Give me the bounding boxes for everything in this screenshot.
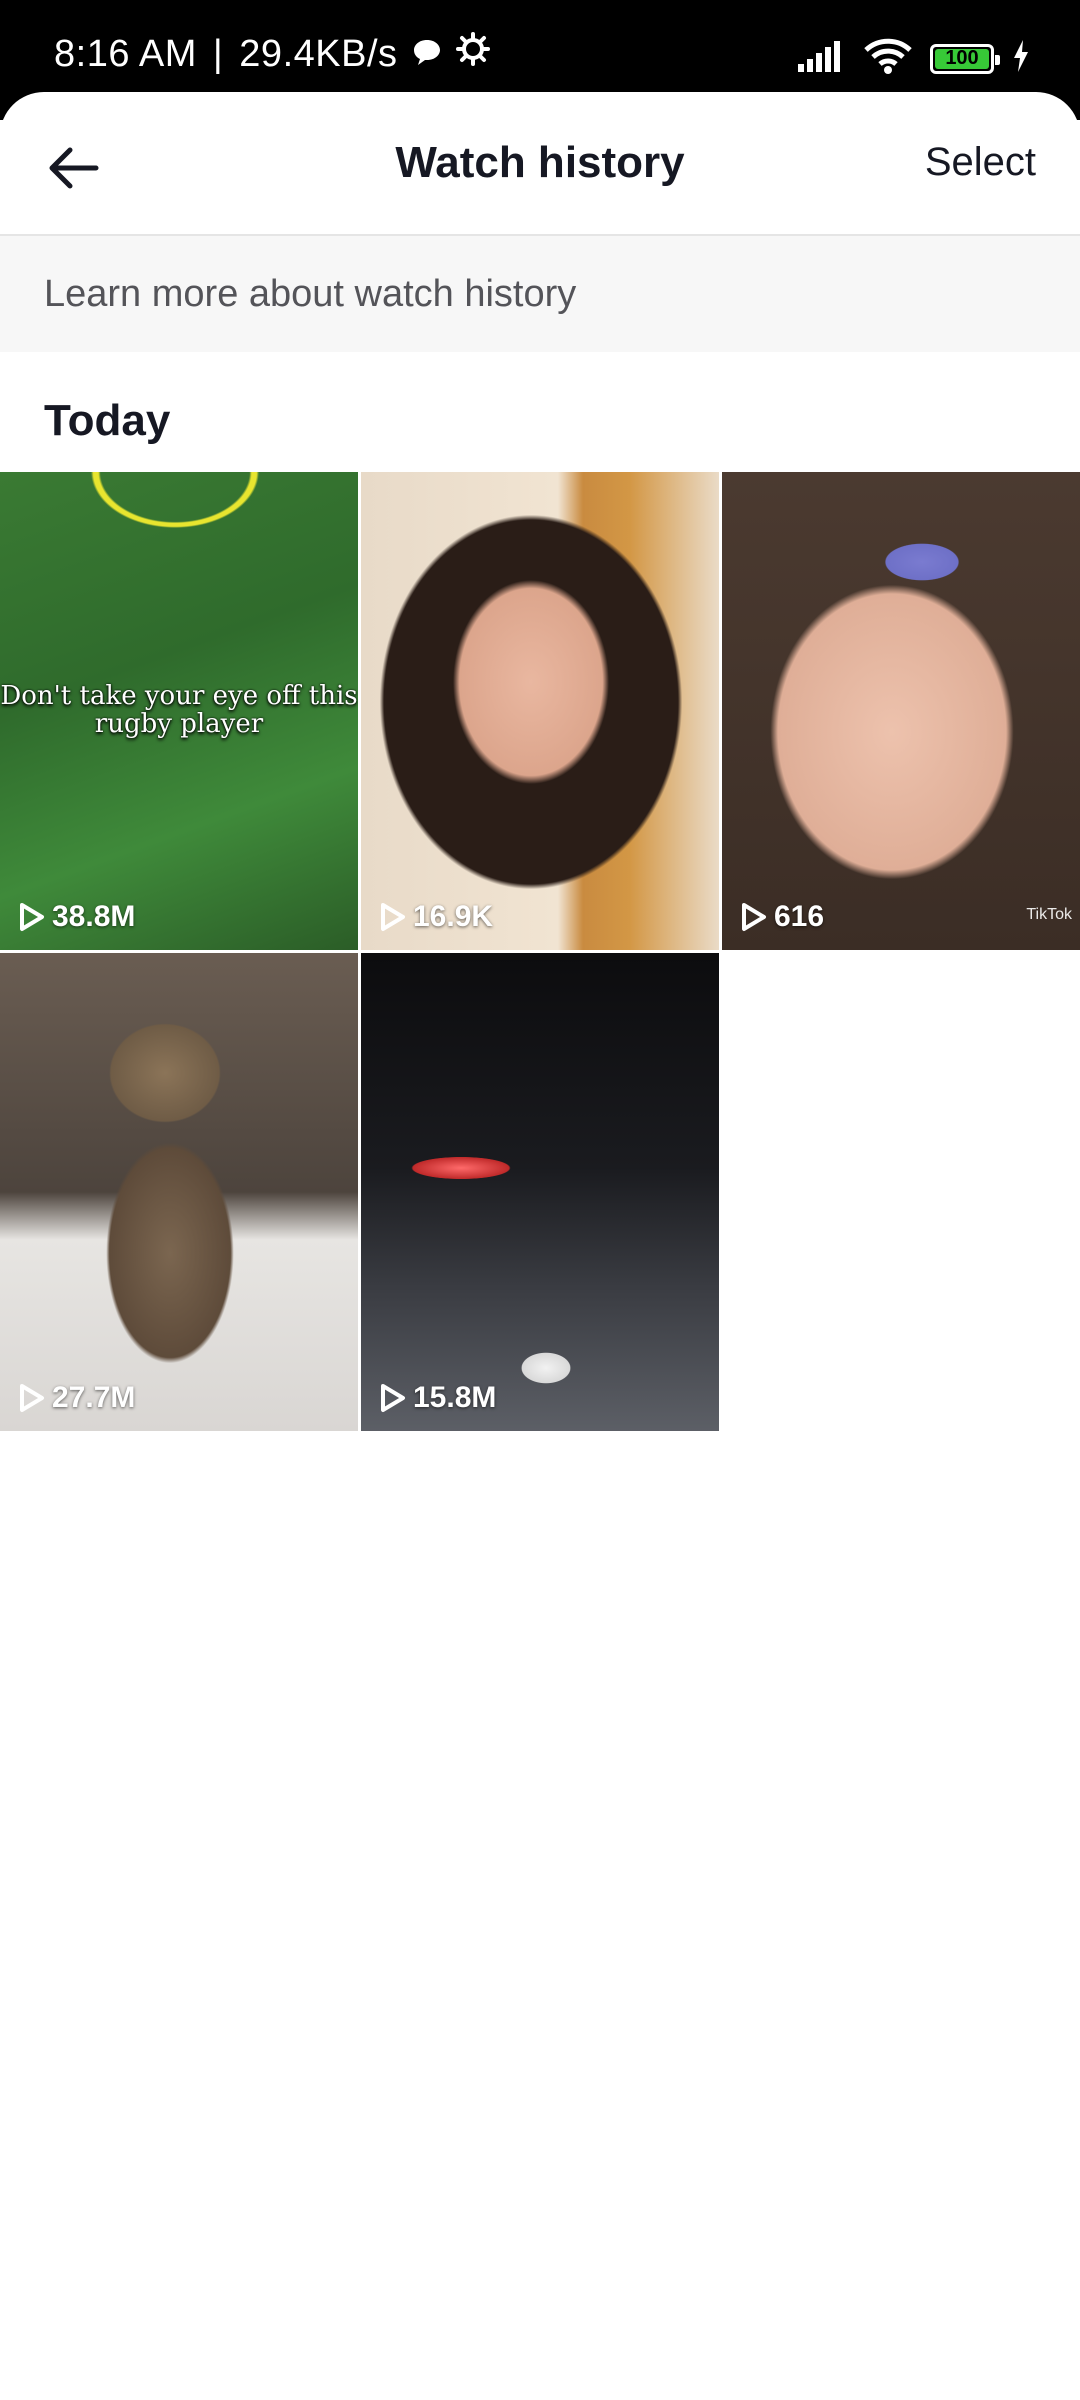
page-title: Watch history bbox=[395, 138, 685, 187]
chat-bubble-icon bbox=[412, 33, 442, 76]
learn-more-text: Learn more about watch history bbox=[44, 272, 577, 315]
wifi-icon bbox=[864, 38, 912, 79]
view-count: 38.8M bbox=[18, 900, 135, 934]
view-count-text: 15.8M bbox=[413, 1381, 497, 1414]
video-tile[interactable]: 15.8M bbox=[361, 953, 719, 1431]
play-icon bbox=[381, 1384, 405, 1412]
play-icon bbox=[20, 903, 44, 931]
view-count: 16.9K bbox=[379, 900, 493, 934]
status-right: 100 bbox=[798, 38, 1030, 79]
tiktok-watermark: TikTok bbox=[1026, 906, 1072, 923]
section-title-today: Today bbox=[44, 396, 171, 445]
header: Watch history Select bbox=[0, 92, 1080, 236]
status-left: 8:16 AM | 29.4KB/s bbox=[54, 32, 490, 76]
status-network-speed: 29.4KB/s bbox=[239, 32, 398, 75]
video-grid: Don't take your eye off this rugby playe… bbox=[0, 472, 1080, 1431]
video-caption: Don't take your eye off this rugby playe… bbox=[0, 681, 358, 739]
gear-icon bbox=[455, 32, 490, 76]
play-icon bbox=[381, 903, 405, 931]
view-count: 616 bbox=[740, 900, 824, 934]
battery-icon: 100 bbox=[930, 43, 1000, 74]
play-icon bbox=[742, 903, 766, 931]
learn-more-banner[interactable]: Learn more about watch history bbox=[0, 236, 1080, 352]
status-time: 8:16 AM bbox=[54, 32, 197, 75]
view-count-text: 27.7M bbox=[52, 1381, 136, 1414]
watch-history-sheet: Watch history Select Learn more about wa… bbox=[0, 92, 1080, 2400]
view-count-text: 616 bbox=[774, 900, 825, 933]
video-tile[interactable]: TikTok 616 bbox=[722, 472, 1080, 950]
video-tile[interactable]: 16.9K bbox=[361, 472, 719, 950]
view-count: 15.8M bbox=[379, 1381, 496, 1415]
view-count: 27.7M bbox=[18, 1381, 135, 1415]
signal-icon bbox=[798, 40, 846, 77]
play-icon bbox=[20, 1384, 44, 1412]
battery-level: 100 bbox=[945, 47, 979, 69]
view-count-text: 38.8M bbox=[52, 900, 136, 933]
view-count-text: 16.9K bbox=[413, 900, 494, 933]
select-button[interactable]: Select bbox=[925, 140, 1036, 185]
charging-icon bbox=[1012, 40, 1030, 77]
video-tile[interactable]: Don't take your eye off this rugby playe… bbox=[0, 472, 358, 950]
status-separator: | bbox=[212, 32, 224, 75]
video-tile[interactable]: 27.7M bbox=[0, 953, 358, 1431]
